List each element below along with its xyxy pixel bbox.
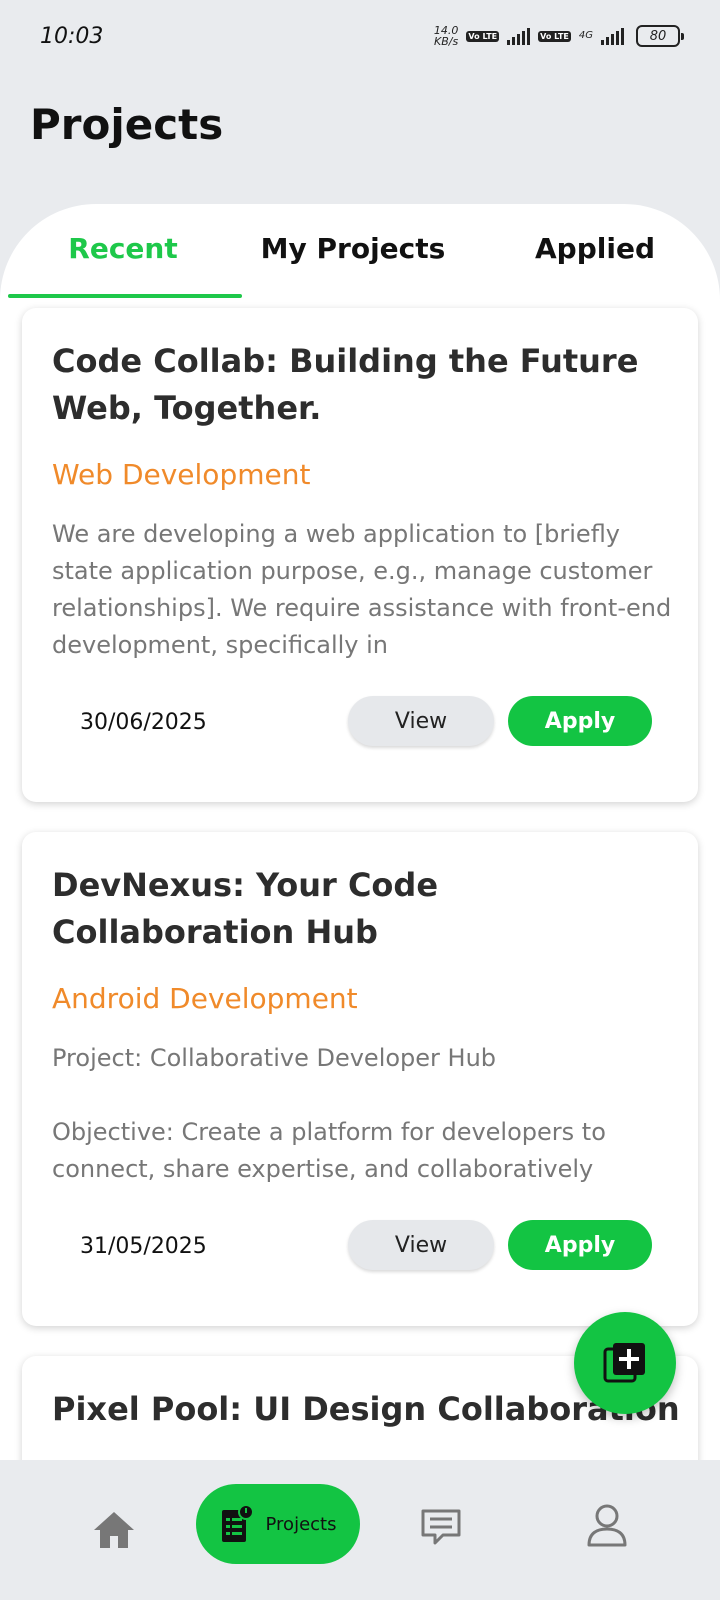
view-button[interactable]: View: [348, 696, 494, 746]
project-card[interactable]: Code Collab: Building the Future Web, To…: [22, 308, 698, 802]
apply-button[interactable]: Apply: [508, 1220, 652, 1270]
home-icon: [94, 1512, 134, 1548]
project-category: Android Development: [52, 982, 358, 1015]
tab-recent[interactable]: Recent: [8, 232, 238, 265]
network-speed: 14.0 KB/s: [434, 25, 459, 47]
bottom-nav: Projects: [0, 1460, 720, 1600]
project-title: DevNexus: Your Code Collaboration Hub: [52, 866, 439, 951]
project-date: 31/05/2025: [80, 1234, 207, 1259]
volte-icon: Vo LTE: [466, 30, 500, 42]
apply-button[interactable]: Apply: [508, 696, 652, 746]
page-title: Projects: [30, 100, 224, 149]
project-description: We are developing a web application to […: [52, 520, 672, 659]
nav-projects-label: Projects: [265, 1513, 337, 1535]
project-date: 30/06/2025: [80, 710, 207, 735]
project-card[interactable]: DevNexus: Your Code Collaboration Hub An…: [22, 832, 698, 1326]
network-speed-unit: KB/s: [434, 35, 459, 48]
signal-icon: [507, 27, 531, 45]
project-category: Web Development: [52, 458, 311, 491]
nav-home[interactable]: [88, 1504, 140, 1556]
projects-icon: [221, 1504, 254, 1542]
tab-bar: Recent My Projects Applied: [0, 204, 720, 300]
tab-my-projects[interactable]: My Projects: [238, 232, 468, 265]
active-tab-indicator: [8, 294, 242, 298]
tab-applied[interactable]: Applied: [480, 232, 710, 265]
battery-icon: 80: [636, 25, 684, 47]
status-icons: 14.0 KB/s Vo LTE Vo LTE 4G 80: [434, 25, 684, 47]
project-description: Project: Collaborative Developer Hub Obj…: [52, 1044, 606, 1183]
projects-panel: Recent My Projects Applied Code Collab: …: [0, 204, 720, 1460]
volte-icon-2: Vo LTE: [538, 30, 571, 42]
add-project-button[interactable]: [574, 1312, 676, 1414]
battery-level: 80: [649, 28, 667, 44]
network-type: 4G: [578, 30, 593, 41]
status-bar: 10:03 14.0 KB/s Vo LTE Vo LTE 4G 80: [0, 0, 720, 72]
nav-projects[interactable]: Projects: [196, 1484, 360, 1564]
signal-icon-2: [601, 27, 624, 45]
nav-profile[interactable]: [584, 1500, 630, 1550]
project-title: Code Collab: Building the Future Web, To…: [52, 342, 639, 427]
status-time: 10:03: [40, 23, 104, 49]
nav-messages[interactable]: [418, 1504, 464, 1550]
message-icon: [421, 1509, 461, 1545]
view-button[interactable]: View: [348, 1220, 494, 1270]
add-project-icon: [603, 1343, 645, 1383]
profile-icon: [587, 1504, 627, 1547]
